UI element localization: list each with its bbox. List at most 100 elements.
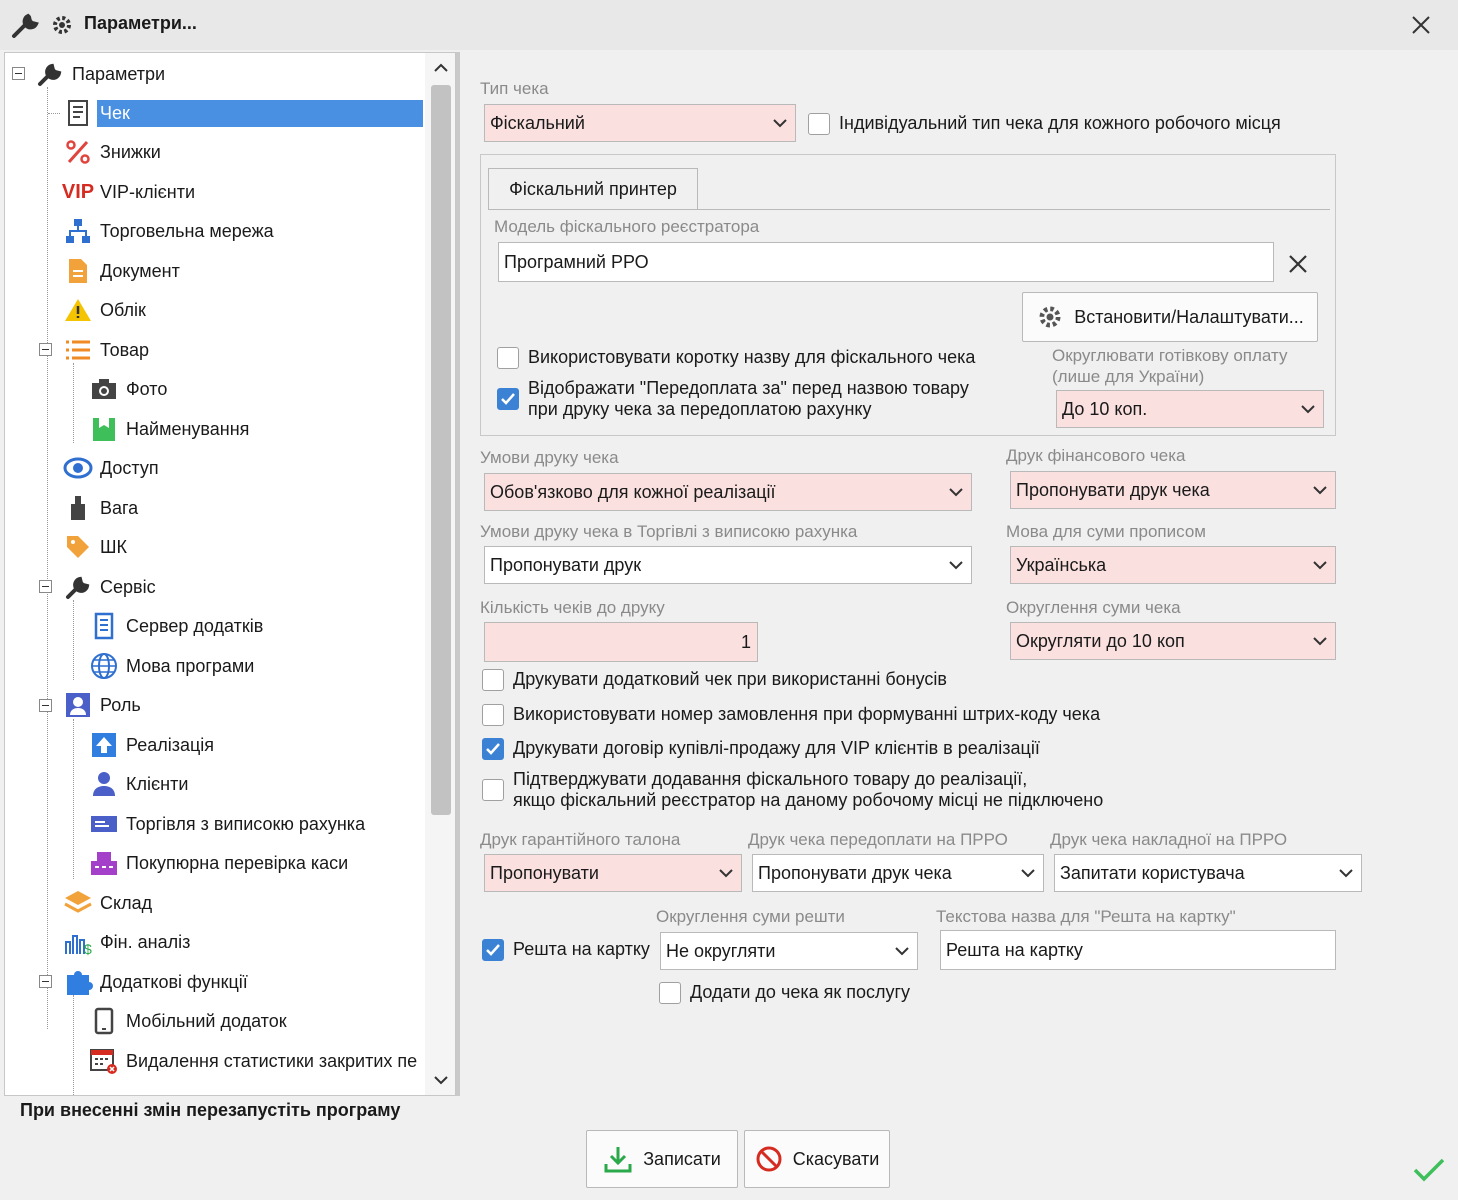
- checkbox[interactable]: [482, 669, 504, 691]
- checkbox[interactable]: [482, 704, 504, 726]
- tree-item-realizatsiia[interactable]: Реалізація: [87, 728, 217, 762]
- tree-item-shk[interactable]: ШК: [61, 530, 130, 564]
- financial-print-select[interactable]: Пропонувати друк чека: [1010, 471, 1336, 509]
- tree-item-vaha[interactable]: Вага: [61, 491, 141, 525]
- server-icon: [87, 610, 121, 642]
- checkbox-checked[interactable]: [497, 388, 519, 410]
- checkbox[interactable]: [808, 113, 830, 135]
- checkbox-checked[interactable]: [482, 939, 504, 961]
- chevron-down-icon: [941, 547, 971, 583]
- amount-language-select[interactable]: Українська: [1010, 546, 1336, 584]
- document-icon: [61, 255, 95, 287]
- tree-item-fin-analysis[interactable]: $ Фін. аналіз: [61, 925, 193, 959]
- save-button[interactable]: Записати: [586, 1130, 738, 1188]
- svg-text:$: $: [84, 941, 92, 956]
- financial-print-label: Друк фінансового чека: [1006, 446, 1186, 465]
- receipt-type-select[interactable]: Фіскальний: [484, 104, 796, 142]
- user-card-icon: [61, 689, 95, 721]
- chevron-down-icon: [1293, 391, 1323, 427]
- invoice-print-conditions-label: Умови друку чека в Торгівлі з виписокю р…: [480, 522, 858, 541]
- window-title: Параметри...: [84, 13, 197, 33]
- tree-item-parametry[interactable]: Параметри: [33, 57, 168, 91]
- bonus-extra-receipt-checkbox[interactable]: Друкувати додатковий чек при використанн…: [482, 669, 947, 691]
- settings-tree[interactable]: Параметри Чек Знижки VIP VIP-клієнти Тор…: [4, 52, 456, 1096]
- scroll-down-icon[interactable]: [431, 1069, 451, 1091]
- short-name-checkbox[interactable]: Використовувати коротку назву для фіскал…: [497, 347, 975, 369]
- receipt-type-label: Тип чека: [480, 79, 549, 98]
- tree-item-network[interactable]: Торговельна мережа: [61, 214, 277, 248]
- cancel-button[interactable]: Скасувати: [744, 1130, 890, 1188]
- tag-green-icon: [87, 413, 121, 445]
- clear-icon[interactable]: [1284, 250, 1312, 278]
- tree-scrollbar[interactable]: [425, 53, 455, 1095]
- wrench-icon: [10, 10, 42, 47]
- confirm-fiscal-item-checkbox[interactable]: Підтверджувати додавання фіскального тов…: [482, 769, 1103, 811]
- collapse-icon[interactable]: [39, 699, 52, 712]
- checkbox[interactable]: [482, 779, 504, 801]
- change-rounding-select[interactable]: Не округляти: [660, 932, 918, 970]
- collapse-icon[interactable]: [39, 580, 52, 593]
- sum-rounding-select[interactable]: Округляти до 10 коп: [1010, 622, 1336, 660]
- price-tag-icon: [61, 531, 95, 563]
- collapse-icon[interactable]: [39, 975, 52, 988]
- install-configure-button[interactable]: Встановити/Налаштувати...: [1022, 292, 1318, 342]
- invoice-print-conditions-select[interactable]: Пропонувати друк: [484, 546, 972, 584]
- warranty-select[interactable]: Пропонувати: [484, 854, 742, 892]
- waybill-prro-select[interactable]: Запитати користувача: [1054, 854, 1362, 892]
- scroll-thumb[interactable]: [431, 85, 451, 815]
- order-number-barcode-checkbox[interactable]: Використовувати номер замовлення при фор…: [482, 704, 1100, 726]
- tree-item-znyzhky[interactable]: Знижки: [61, 135, 164, 169]
- tree-item-dostup[interactable]: Доступ: [61, 451, 162, 485]
- layers-icon: [61, 887, 95, 919]
- copies-field[interactable]: 1: [484, 622, 758, 662]
- prepay-display-checkbox[interactable]: Відображати "Передоплата за" перед назво…: [497, 378, 969, 420]
- chevron-down-icon: [887, 933, 917, 969]
- close-button[interactable]: [1404, 8, 1438, 42]
- tree-item-vip[interactable]: VIP VIP-клієнти: [61, 175, 198, 209]
- warning-icon: [61, 294, 95, 326]
- prepay-prro-select[interactable]: Пропонувати друк чека: [752, 854, 1044, 892]
- tree-item-mobile-app[interactable]: Мобільний додаток: [87, 1004, 290, 1038]
- print-conditions-select[interactable]: Обов'язково для кожної реалізації: [484, 473, 972, 511]
- weight-icon: [61, 492, 95, 524]
- checkbox[interactable]: [497, 347, 519, 369]
- download-icon: [603, 1144, 633, 1174]
- change-to-card-checkbox[interactable]: Решта на картку: [482, 939, 650, 961]
- chevron-down-icon: [765, 105, 795, 141]
- tree-item-cash-check[interactable]: Покупюрна перевірка каси: [87, 846, 351, 880]
- tree-item-app-server[interactable]: Сервер додатків: [87, 609, 266, 643]
- tree-item-oblik[interactable]: Облік: [61, 293, 149, 327]
- tree-item-sklad[interactable]: Склад: [61, 886, 155, 920]
- tree-item-language[interactable]: Мова програми: [87, 649, 257, 683]
- tree-item-document[interactable]: Документ: [61, 254, 183, 288]
- tree-item-chek[interactable]: Чек: [61, 96, 423, 130]
- panel-splitter[interactable]: [456, 52, 460, 1096]
- invoice-icon: [87, 808, 121, 840]
- tree-item-klienty[interactable]: Клієнти: [87, 767, 191, 801]
- tree-item-rol[interactable]: Роль: [61, 688, 144, 722]
- tree-item-delete-stats[interactable]: Видалення статистики закритих пе: [87, 1044, 420, 1078]
- tab-fiscal-printer[interactable]: Фіскальний принтер: [488, 168, 698, 210]
- individual-type-checkbox[interactable]: Індивідуальний тип чека для кожного робо…: [808, 113, 1281, 135]
- checkbox-checked[interactable]: [482, 738, 504, 760]
- tree-item-tovar[interactable]: Товар: [61, 333, 152, 367]
- tree-item-naimenuvannia[interactable]: Найменування: [87, 412, 252, 446]
- tree-item-invoice-trade[interactable]: Торгівля з виписокю рахунка: [87, 807, 368, 841]
- vip-icon: VIP: [61, 180, 95, 203]
- scroll-up-icon[interactable]: [431, 57, 451, 79]
- tree-item-extra-functions[interactable]: Додаткові функції: [61, 965, 251, 999]
- change-text-field[interactable]: Решта на картку: [940, 930, 1336, 970]
- wrench-icon: [61, 571, 95, 603]
- tree-item-servis[interactable]: Сервіс: [61, 570, 159, 604]
- collapse-icon[interactable]: [39, 343, 52, 356]
- rounding-cash-select[interactable]: До 10 коп.: [1056, 390, 1324, 428]
- checkbox[interactable]: [659, 982, 681, 1004]
- warranty-label: Друк гарантійного талона: [480, 830, 681, 849]
- chevron-down-icon: [1305, 547, 1335, 583]
- tree-item-foto[interactable]: Фото: [87, 372, 170, 406]
- fiscal-model-field[interactable]: Програмний РРО: [498, 242, 1274, 282]
- add-as-service-checkbox[interactable]: Додати до чека як послугу: [659, 982, 910, 1004]
- tree-line: [73, 363, 74, 443]
- collapse-icon[interactable]: [12, 67, 25, 80]
- vip-contract-checkbox[interactable]: Друкувати договір купівлі-продажу для VI…: [482, 738, 1040, 760]
